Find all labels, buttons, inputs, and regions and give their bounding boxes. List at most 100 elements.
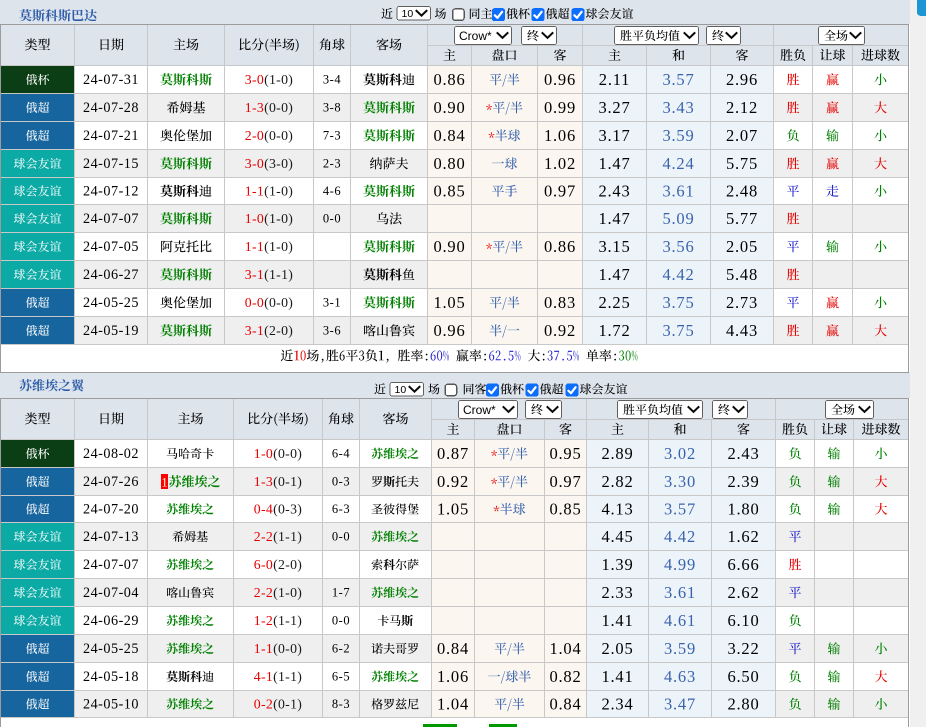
svg-text:24-07-12: 24-07-12 [83,184,139,200]
svg-text:3-6: 3-6 [323,324,341,338]
svg-text:24-08-02: 24-08-02 [83,446,139,462]
svg-text:0.85: 0.85 [549,499,581,518]
svg-text:2.39: 2.39 [727,472,759,491]
svg-text:3-8: 3-8 [323,101,341,115]
svg-text:1-0(1-0): 1-0(1-0) [245,211,293,227]
svg-text:Crow*: Crow* [459,29,492,43]
svg-text:3.56: 3.56 [662,237,694,256]
svg-text:2.80: 2.80 [727,694,759,713]
svg-text:3.02: 3.02 [664,444,696,463]
svg-text:0.96: 0.96 [433,321,465,340]
svg-text:5.75: 5.75 [726,154,758,173]
svg-text:0.84: 0.84 [549,694,581,713]
svg-text:2.25: 2.25 [598,293,630,312]
svg-text:2.82: 2.82 [601,472,633,491]
svg-text:6.50: 6.50 [727,667,759,686]
svg-text:1-3(0-1): 1-3(0-1) [254,474,302,490]
svg-text:4.63: 4.63 [664,667,696,686]
svg-text:3.57: 3.57 [662,70,694,89]
svg-text:4-6: 4-6 [323,184,341,198]
svg-text:1.39: 1.39 [601,555,633,574]
svg-text:24-07-05: 24-07-05 [83,239,139,255]
svg-text:24-05-25: 24-05-25 [83,641,139,657]
svg-text:0.95: 0.95 [549,444,581,463]
svg-text:0.97: 0.97 [544,181,576,200]
svg-text:1: 1 [161,475,167,489]
svg-text:0.87: 0.87 [437,444,469,463]
svg-text:2-2(1-0): 2-2(1-0) [254,585,302,601]
svg-text:0.86: 0.86 [433,70,465,89]
svg-text:0.84: 0.84 [437,639,469,658]
svg-text:3.47: 3.47 [664,694,696,713]
svg-text:2.05: 2.05 [601,639,633,658]
svg-text:0.97: 0.97 [549,472,581,491]
svg-text:3.75: 3.75 [662,321,694,340]
svg-text:2.43: 2.43 [727,444,759,463]
svg-text:2-3: 2-3 [323,157,341,171]
svg-text:1-1(1-0): 1-1(1-0) [245,239,293,255]
svg-text:3.61: 3.61 [662,181,694,200]
svg-text:5.09: 5.09 [662,209,694,228]
svg-text:24-07-04: 24-07-04 [83,585,139,601]
svg-text:3-4: 3-4 [323,73,341,87]
svg-text:24-06-29: 24-06-29 [83,613,139,629]
svg-text:0-0: 0-0 [332,530,350,544]
svg-text:2.05: 2.05 [726,237,758,256]
svg-text:Crow*: Crow* [463,403,496,417]
svg-text:7-3: 7-3 [323,129,341,143]
svg-text:24-07-21: 24-07-21 [83,128,139,144]
svg-text:2-0(0-0): 2-0(0-0) [245,128,293,144]
svg-text:0-0(0-0): 0-0(0-0) [245,295,293,311]
svg-text:2.12: 2.12 [726,98,758,117]
svg-text:1-0(0-0): 1-0(0-0) [254,446,302,462]
svg-text:0.86: 0.86 [544,237,576,256]
svg-text:1.04: 1.04 [549,639,581,658]
svg-text:1.62: 1.62 [727,527,759,546]
svg-text:24-07-20: 24-07-20 [83,502,139,518]
svg-text:3.57: 3.57 [664,499,696,518]
svg-text:2.11: 2.11 [599,70,630,89]
svg-text:0.85: 0.85 [433,181,465,200]
svg-text:3-1(2-0): 3-1(2-0) [245,323,293,339]
svg-text:3.22: 3.22 [727,639,759,658]
svg-text:4-1(1-1): 4-1(1-1) [254,669,302,685]
svg-text:1.80: 1.80 [727,499,759,518]
svg-text:3.43: 3.43 [662,98,694,117]
svg-text:3.59: 3.59 [664,639,696,658]
svg-text:1.41: 1.41 [601,667,633,686]
svg-text:3.75: 3.75 [662,293,694,312]
svg-text:5.77: 5.77 [726,209,758,228]
svg-text:0.83: 0.83 [544,293,576,312]
svg-text:1-7: 1-7 [332,586,350,600]
svg-text:2.48: 2.48 [726,181,758,200]
svg-text:2.43: 2.43 [598,181,630,200]
svg-text:6-2: 6-2 [332,642,350,656]
svg-text:0.82: 0.82 [549,667,581,686]
svg-text:0-4(0-3): 0-4(0-3) [254,502,302,518]
svg-text:2.33: 2.33 [601,583,633,602]
svg-text:1.06: 1.06 [437,667,469,686]
svg-text:6-3: 6-3 [332,502,350,516]
svg-text:24-07-26: 24-07-26 [83,474,139,490]
svg-text:24-06-27: 24-06-27 [83,267,139,283]
svg-text:6.66: 6.66 [727,555,759,574]
svg-text:1.04: 1.04 [437,694,469,713]
svg-text:1-1(1-0): 1-1(1-0) [245,184,293,200]
svg-text:24-05-18: 24-05-18 [83,669,139,685]
svg-text:3-0(3-0): 3-0(3-0) [245,156,293,172]
svg-text:24-07-07: 24-07-07 [83,557,139,573]
svg-text:1-3(0-0): 1-3(0-0) [245,100,293,116]
svg-text:2-2(1-1): 2-2(1-1) [254,529,302,545]
svg-text:3.59: 3.59 [662,126,694,145]
svg-text:4.13: 4.13 [601,499,633,518]
svg-text:3.15: 3.15 [598,237,630,256]
svg-text:2.73: 2.73 [726,293,758,312]
svg-text:24-05-25: 24-05-25 [83,295,139,311]
svg-text:2.34: 2.34 [601,694,633,713]
svg-text:4.42: 4.42 [662,265,694,284]
svg-text:1.41: 1.41 [601,611,633,630]
svg-text:0.84: 0.84 [433,126,465,145]
svg-text:1-2(1-1): 1-2(1-1) [254,613,302,629]
svg-text:24-07-28: 24-07-28 [83,100,139,116]
svg-text:3.30: 3.30 [664,472,696,491]
